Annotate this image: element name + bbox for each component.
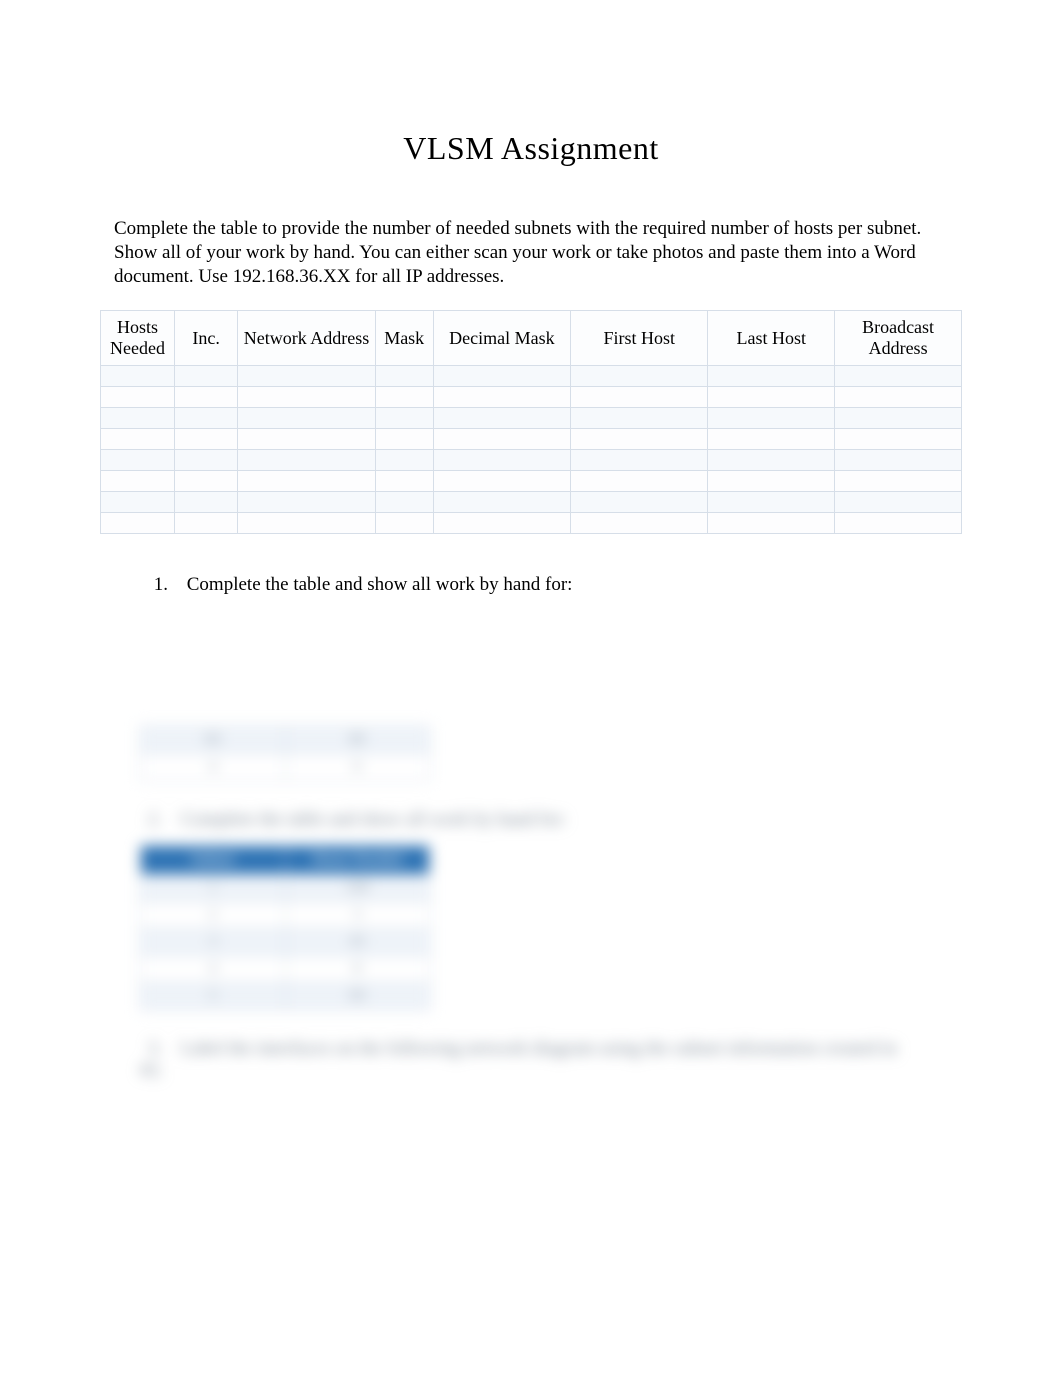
list-text-1: Complete the table and show all work by …	[187, 574, 573, 595]
mini2-cell: 60	[285, 982, 430, 1009]
table-header-row: Hosts Needed Inc. Network Address Mask D…	[101, 311, 962, 365]
table-row	[101, 365, 962, 386]
table-row: 2 3	[141, 901, 430, 928]
mini2-cell: 3	[285, 901, 430, 928]
table-row	[101, 470, 962, 491]
mini2-cell: 8	[285, 955, 430, 982]
col-header-hosts: Hosts Needed	[101, 311, 175, 365]
table-row	[101, 386, 962, 407]
mini-table-1: 60 80 4 6	[140, 726, 430, 781]
table-row	[101, 407, 962, 428]
table-header-row: Subnet Hosts Needed	[141, 845, 430, 874]
col-header-last-host: Last Host	[708, 311, 835, 365]
vlsm-table: Hosts Needed Inc. Network Address Mask D…	[100, 310, 962, 533]
list-text-2: Complete the table and show all work by …	[181, 809, 567, 830]
mini1-cell: 80	[285, 726, 430, 753]
col-header-first-host: First Host	[571, 311, 708, 365]
table-row: 3 45	[141, 928, 430, 955]
col-header-network-address: Network Address	[238, 311, 375, 365]
mini2-cell: 1	[141, 874, 286, 901]
mini-table-2-wrap: Subnet Hosts Needed 1 100 2 3 3	[140, 845, 922, 1010]
mini2-cell: 100	[285, 874, 430, 901]
mini1-cell: 4	[141, 753, 286, 780]
mini2-header-b: Hosts Needed	[285, 845, 430, 874]
instructions-paragraph: Complete the table to provide the number…	[114, 217, 948, 288]
table-row: 4 6	[141, 753, 430, 780]
ordered-list-item-1: 1. Complete the table and show all work …	[140, 574, 962, 596]
table-row: 5 60	[141, 982, 430, 1009]
mini-table-1-wrap: 60 80 4 6	[140, 726, 922, 781]
table-row	[101, 449, 962, 470]
table-row	[101, 512, 962, 533]
vlsm-table-container: Hosts Needed Inc. Network Address Mask D…	[100, 310, 962, 533]
mini-table-2: Subnet Hosts Needed 1 100 2 3 3	[140, 845, 430, 1010]
ordered-list-item-2: 2. Complete the table and show all work …	[140, 809, 922, 831]
mini2-cell: 4	[141, 955, 286, 982]
mini2-cell: 3	[141, 928, 286, 955]
list-text-3: Label the interfaces on the following ne…	[140, 1038, 897, 1081]
mini2-cell: 45	[285, 928, 430, 955]
mini2-header-a: Subnet	[141, 845, 286, 874]
col-header-inc: Inc.	[174, 311, 237, 365]
list-number-2: 2.	[140, 809, 162, 831]
table-row: 4 8	[141, 955, 430, 982]
mini1-cell: 6	[285, 753, 430, 780]
table-row	[101, 491, 962, 512]
table-row: 60 80	[141, 726, 430, 753]
vlsm-table-body	[101, 365, 962, 533]
mini1-cell: 60	[141, 726, 286, 753]
table-row	[101, 428, 962, 449]
mini2-cell: 2	[141, 901, 286, 928]
blurred-content: 60 80 4 6 2. Complete the table and show…	[100, 726, 962, 1082]
mini2-cell: 5	[141, 982, 286, 1009]
list-number-3: 3.	[140, 1038, 162, 1060]
table-row: 1 100	[141, 874, 430, 901]
list-number-1: 1.	[140, 574, 168, 596]
col-header-broadcast-address: Broadcast Address	[835, 311, 962, 365]
document-page: VLSM Assignment Complete the table to pr…	[0, 0, 1062, 1082]
page-title: VLSM Assignment	[100, 130, 962, 167]
ordered-list-item-3: 3. Label the interfaces on the following…	[140, 1038, 922, 1082]
col-header-decimal-mask: Decimal Mask	[433, 311, 570, 365]
col-header-mask: Mask	[375, 311, 433, 365]
